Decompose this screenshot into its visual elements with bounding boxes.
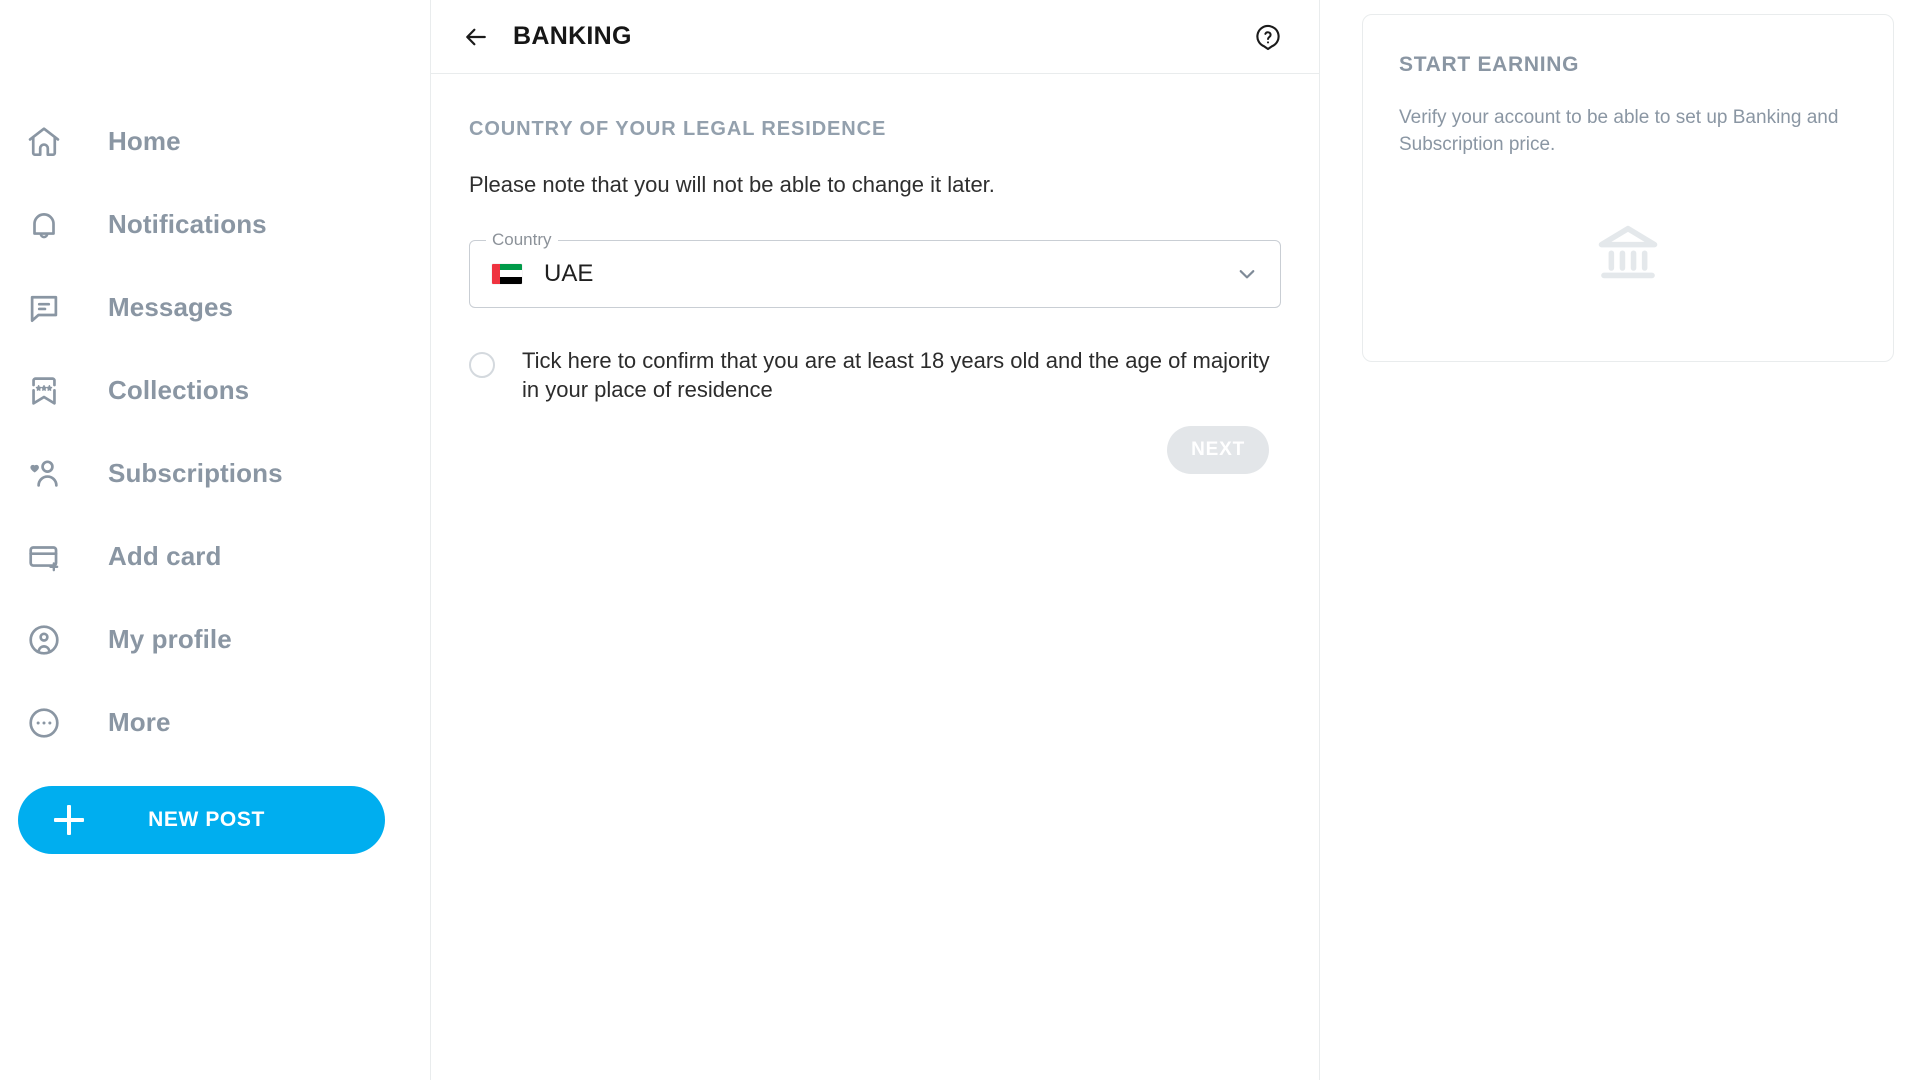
section-label: COUNTRY OF YOUR LEGAL RESIDENCE — [469, 118, 887, 140]
country-field-legend: Country — [486, 228, 558, 251]
new-post-label: NEW POST — [148, 808, 265, 831]
next-button[interactable]: NEXT — [1167, 425, 1269, 474]
arrow-left-icon[interactable] — [457, 18, 495, 56]
uae-flag-icon — [492, 263, 522, 284]
message-icon — [22, 289, 66, 327]
start-earning-description: Verify your account to be able to set up… — [1399, 107, 1839, 155]
sidebar-item-home[interactable]: Home — [0, 100, 430, 183]
country-select-field: Country UAE — [469, 228, 1281, 308]
bank-building-icon — [1363, 215, 1893, 289]
sidebar-nav-list: Home Notifications Messages Collections … — [0, 100, 430, 764]
age-confirm-checkbox[interactable] — [469, 351, 495, 378]
sidebar-item-collections[interactable]: Collections — [0, 349, 430, 432]
home-icon — [22, 123, 66, 161]
sidebar-item-label: Add card — [108, 541, 222, 571]
new-post-button[interactable]: NEW POST — [18, 786, 385, 854]
chevron-down-icon[interactable] — [1234, 261, 1260, 287]
sidebar-item-subscriptions[interactable]: Subscriptions — [0, 432, 430, 515]
sidebar-item-label: Subscriptions — [108, 458, 283, 488]
sidebar-item-label: More — [108, 707, 171, 737]
right-panel: START EARNING Verify your account to be … — [1320, 0, 1920, 1080]
age-confirm-label: Tick here to confirm that you are at lea… — [522, 347, 1270, 402]
sidebar-item-messages[interactable]: Messages — [0, 266, 430, 349]
sidebar-item-add-card[interactable]: Add card — [0, 515, 430, 598]
credit-card-plus-icon — [22, 538, 66, 576]
sidebar-item-label: Home — [108, 126, 181, 156]
sidebar-item-more[interactable]: More — [0, 681, 430, 764]
sidebar-item-label: My profile — [108, 624, 232, 654]
help-question-icon[interactable] — [1251, 20, 1285, 54]
country-selected-value: UAE — [544, 259, 594, 287]
sidebar: Home Notifications Messages Collections … — [0, 0, 430, 1080]
sidebar-item-label: Collections — [108, 375, 250, 405]
bell-icon — [22, 206, 66, 244]
sidebar-item-my-profile[interactable]: My profile — [0, 598, 430, 681]
main-body: COUNTRY OF YOUR LEGAL RESIDENCE Please n… — [431, 118, 1319, 474]
start-earning-title: START EARNING — [1399, 53, 1580, 76]
app-root: Home Notifications Messages Collections … — [0, 0, 1920, 1080]
sidebar-item-notifications[interactable]: Notifications — [0, 183, 430, 266]
user-circle-icon — [22, 621, 66, 659]
form-actions: NEXT — [469, 425, 1281, 474]
sidebar-item-label: Notifications — [108, 209, 267, 239]
age-confirm-row: Tick here to confirm that you are at lea… — [469, 346, 1281, 404]
page-title: BANKING — [513, 22, 632, 50]
bookmark-stars-icon — [22, 372, 66, 410]
main-header: BANKING — [431, 0, 1319, 74]
person-heart-icon — [22, 455, 66, 493]
start-earning-card: START EARNING Verify your account to be … — [1362, 14, 1894, 362]
main-column: BANKING COUNTRY OF YOUR LEGAL RESIDENCE … — [430, 0, 1320, 1080]
section-note: Please note that you will not be able to… — [469, 172, 995, 197]
sidebar-item-label: Messages — [108, 292, 234, 322]
plus-icon — [54, 805, 84, 835]
ellipsis-circle-icon — [22, 704, 66, 742]
country-select[interactable]: UAE — [469, 239, 1281, 308]
